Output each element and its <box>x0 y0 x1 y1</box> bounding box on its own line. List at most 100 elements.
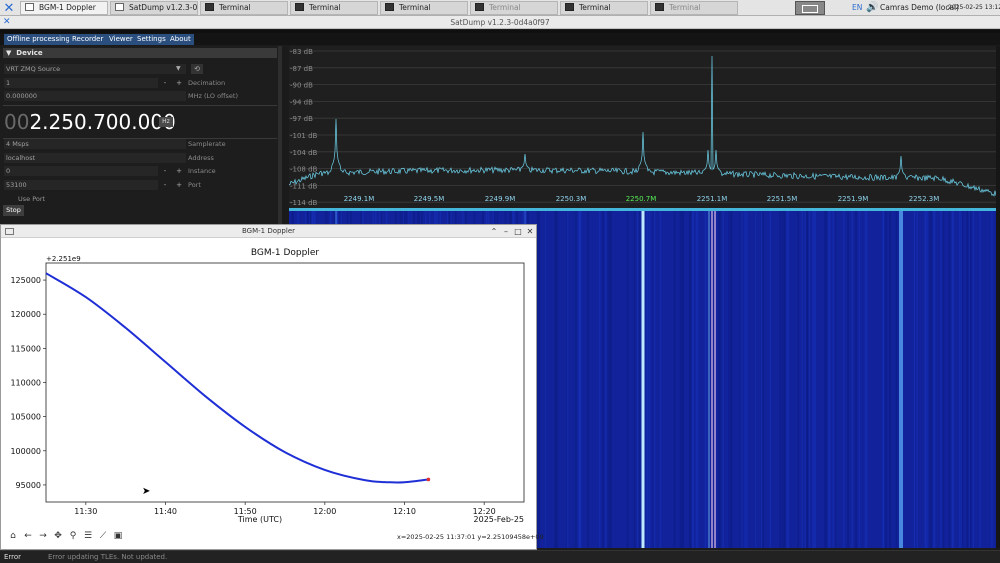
tab-recorder[interactable]: Recorder <box>69 34 107 45</box>
db-label: -94 dB <box>290 98 313 106</box>
decimation-label: Decimation <box>188 79 226 87</box>
instance-input[interactable]: 0 <box>4 166 158 176</box>
waterfall-noise-streak <box>934 211 936 548</box>
frequency-tick-label: 2250.7M <box>626 195 657 203</box>
waterfall-noise-streak <box>847 211 849 548</box>
frequency-tick-label: 2252.3M <box>909 195 940 203</box>
frequency-tick-label: 2249.1M <box>344 195 375 203</box>
address-input[interactable]: localhost <box>4 153 186 163</box>
minimize-icon[interactable]: – <box>501 225 511 238</box>
edit-axis-icon[interactable]: ⟋ <box>97 530 109 542</box>
waterfall-noise-streak <box>804 211 807 548</box>
waterfall-noise-streak <box>609 211 611 548</box>
x-tick-label: 12:00 <box>313 507 336 516</box>
waterfall-noise-streak <box>638 211 641 548</box>
frequency-display[interactable]: 002.250.700.000 <box>4 108 176 136</box>
y-tick-label: 105000 <box>10 413 41 422</box>
panel-scrollbar[interactable] <box>278 46 282 224</box>
frequency-unit-button[interactable]: Hz <box>159 117 173 127</box>
decimation-input[interactable]: 1 <box>4 78 158 88</box>
satdump-titlebar[interactable]: ✕ SatDump v1.2.3-0d4a0f97 <box>0 16 1000 29</box>
db-label: -83 dB <box>290 48 313 56</box>
waterfall-noise-streak <box>574 211 576 548</box>
frequency-tick-label: 2249.9M <box>485 195 516 203</box>
volume-icon[interactable]: 🔊 <box>866 0 878 16</box>
signal-trace <box>714 211 716 548</box>
tab-settings[interactable]: Settings <box>134 34 169 45</box>
db-label: -87 dB <box>290 65 313 73</box>
refresh-icon[interactable]: ⟲ <box>191 64 203 74</box>
use-port-checkbox[interactable]: Use Port <box>18 194 45 204</box>
device-section-header[interactable]: ▼ Device <box>3 48 277 58</box>
waterfall-noise-streak <box>952 211 954 548</box>
db-label: -114 dB <box>290 199 318 207</box>
waterfall-noise-streak <box>958 211 961 548</box>
waterfall-noise-streak <box>607 211 610 548</box>
instance-plus-button[interactable]: + <box>174 166 184 176</box>
samplerate-select[interactable]: 4 Msps <box>4 139 186 149</box>
close-icon[interactable]: ✕ <box>525 225 535 238</box>
waterfall-noise-streak <box>882 211 885 548</box>
back-arrow-icon[interactable]: ← <box>22 530 34 542</box>
taskbar-item-terminal-5[interactable]: Terminal <box>560 1 648 15</box>
fft-spectrum[interactable]: -83 dB -87 dB -90 dB -94 dB -97 dB -101 dB -10… <box>289 46 996 208</box>
forward-arrow-icon[interactable]: → <box>37 530 49 542</box>
stop-button[interactable]: Stop <box>3 205 24 216</box>
waterfall-noise-streak <box>722 211 724 548</box>
terminal-icon <box>205 3 214 11</box>
taskbar-item-terminal-6[interactable]: Terminal <box>650 1 738 15</box>
waterfall-noise-streak <box>991 211 993 548</box>
frequency-tick-label: 2251.5M <box>767 195 798 203</box>
port-input[interactable]: 53100 <box>4 180 158 190</box>
decimation-plus-button[interactable]: + <box>174 78 184 88</box>
taskbar-item-doppler[interactable]: BGM-1 Doppler <box>20 1 108 15</box>
port-label: Port <box>188 181 201 189</box>
mouse-cursor-icon: ➤ <box>142 486 151 497</box>
pan-icon[interactable]: ✥ <box>52 530 64 542</box>
lo-offset-input[interactable]: 0.000000 <box>4 91 186 101</box>
y-tick-label: 95000 <box>16 481 41 490</box>
keyboard-layout[interactable]: EN <box>852 0 862 16</box>
start-menu-icon[interactable]: ✕ <box>0 0 18 16</box>
plot-window-titlebar[interactable]: BGM-1 Doppler ⌃ – □ ✕ <box>1 225 536 238</box>
taskbar-item-terminal-4[interactable]: Terminal <box>470 1 558 15</box>
doppler-chart[interactable]: BGM-1 Doppler +2.251e9 95000 100000 105000 11… <box>1 239 536 529</box>
waterfall-noise-streak <box>659 211 662 548</box>
tab-about[interactable]: About <box>167 34 194 45</box>
waterfall-noise-streak <box>545 211 548 548</box>
source-select[interactable]: VRT ZMQ Source <box>4 64 186 74</box>
taskbar-item-terminal-2[interactable]: Terminal <box>290 1 378 15</box>
decimation-minus-button[interactable]: - <box>160 78 170 88</box>
home-icon[interactable]: ⌂ <box>7 530 19 542</box>
satdump-window-title: SatDump v1.2.3-0d4a0f97 <box>450 18 550 27</box>
waterfall-noise-streak <box>692 211 694 548</box>
chevron-up-icon[interactable]: ⌃ <box>489 225 499 238</box>
show-desktop-icon[interactable] <box>795 1 825 15</box>
waterfall-noise-streak <box>786 211 788 548</box>
frequency-tick-label: 2251.1M <box>697 195 728 203</box>
waterfall-noise-streak <box>598 211 601 548</box>
save-icon[interactable]: ▣ <box>112 530 124 542</box>
configure-subplots-icon[interactable]: ☰ <box>82 530 94 542</box>
waterfall-noise-streak <box>704 211 706 548</box>
waterfall-noise-streak <box>673 211 676 548</box>
port-plus-button[interactable]: + <box>174 180 184 190</box>
taskbar-item-terminal-3[interactable]: Terminal <box>380 1 468 15</box>
terminal-icon <box>385 3 394 11</box>
tab-viewer[interactable]: Viewer <box>106 34 136 45</box>
waterfall-noise-streak <box>889 211 891 548</box>
chevron-down-icon[interactable]: ▼ <box>176 64 181 74</box>
right-scrollbar <box>996 46 1000 548</box>
status-bar: Error Error updating TLEs. Not updated. <box>0 550 1000 563</box>
waterfall-noise-streak <box>651 211 654 548</box>
clock[interactable]: 2025-02-25 13:12:46 <box>948 0 1000 16</box>
zoom-icon[interactable]: ⚲ <box>67 530 79 542</box>
taskbar-item-satdump[interactable]: SatDump v1.2.3-0d4... <box>110 1 198 15</box>
taskbar-item-terminal-1[interactable]: Terminal <box>200 1 288 15</box>
tab-offline-processing[interactable]: Offline processing <box>4 34 73 45</box>
port-minus-button[interactable]: - <box>160 180 170 190</box>
maximize-icon[interactable]: □ <box>513 225 523 238</box>
frequency-tick-label: 2250.3M <box>556 195 587 203</box>
waterfall-noise-streak <box>587 211 589 548</box>
instance-minus-button[interactable]: - <box>160 166 170 176</box>
